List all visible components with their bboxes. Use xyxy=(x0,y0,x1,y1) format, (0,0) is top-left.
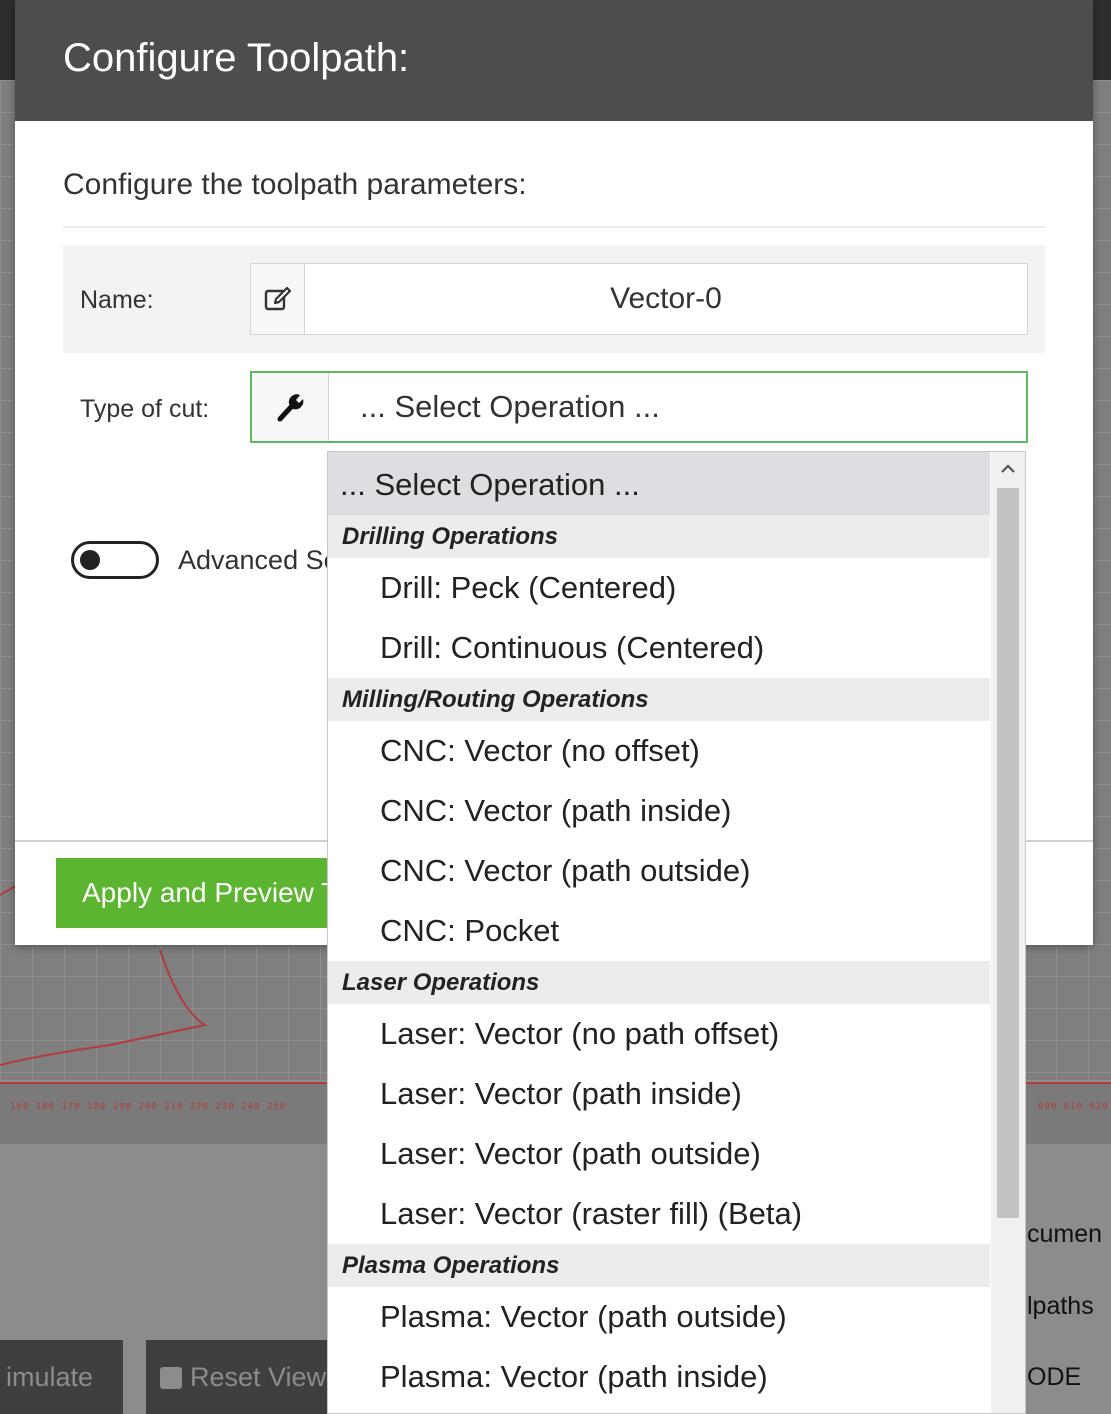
group-laser: Laser Operations xyxy=(328,961,990,1004)
option-plasma-outside[interactable]: Plasma: Vector (path outside) xyxy=(328,1287,990,1347)
name-input[interactable]: Vector-0 xyxy=(304,263,1028,335)
option-drill-continuous[interactable]: Drill: Continuous (Centered) xyxy=(328,618,990,678)
dropdown-scrollbar[interactable] xyxy=(991,452,1025,1413)
option-cnc-vector-outside[interactable]: CNC: Vector (path outside) xyxy=(328,841,990,901)
dropdown-options: ... Select Operation ... Drilling Operat… xyxy=(328,452,990,1407)
group-plasma: Plasma Operations xyxy=(328,1244,990,1287)
ruler-ticks-right: 600 610 620 xyxy=(1038,1102,1109,1112)
option-laser-raster-fill[interactable]: Laser: Vector (raster fill) (Beta) xyxy=(328,1184,990,1244)
edit-icon xyxy=(250,263,306,335)
divider xyxy=(63,226,1045,228)
modal-title: Configure Toolpath: xyxy=(63,36,410,80)
name-label: Name: xyxy=(80,286,154,314)
option-laser-inside[interactable]: Laser: Vector (path inside) xyxy=(328,1064,990,1124)
type-of-cut-select[interactable]: ... Select Operation ... xyxy=(250,371,1028,443)
operation-dropdown-list[interactable]: ... Select Operation ... Drilling Operat… xyxy=(327,451,1026,1414)
advanced-settings-toggle[interactable] xyxy=(71,541,159,579)
modal-subtitle: Configure the toolpath parameters: xyxy=(63,168,527,201)
option-cnc-pocket[interactable]: CNC: Pocket xyxy=(328,901,990,961)
option-select-operation[interactable]: ... Select Operation ... xyxy=(328,452,990,515)
toggle-knob xyxy=(80,550,100,570)
apply-and-preview-button[interactable]: Apply and Preview T xyxy=(56,858,356,928)
reset-view-button[interactable]: Reset View xyxy=(146,1340,327,1414)
documents-label[interactable]: cumen xyxy=(1027,1220,1102,1249)
option-cnc-vector-inside[interactable]: CNC: Vector (path inside) xyxy=(328,781,990,841)
toolpaths-label[interactable]: lpaths xyxy=(1027,1292,1094,1321)
modal-header: Configure Toolpath: xyxy=(15,0,1093,121)
wrench-icon xyxy=(252,373,329,441)
option-laser-no-offset[interactable]: Laser: Vector (no path offset) xyxy=(328,1004,990,1064)
simulate-button[interactable]: imulate xyxy=(0,1340,123,1414)
ruler-ticks-left: 160 180 170 180 190 200 210 220 230 240 … xyxy=(10,1102,286,1112)
advanced-settings-label: Advanced Se xyxy=(178,545,339,575)
gcode-label[interactable]: ODE xyxy=(1027,1363,1081,1392)
option-cnc-vector-no-offset[interactable]: CNC: Vector (no offset) xyxy=(328,721,990,781)
scroll-up-icon[interactable] xyxy=(991,452,1025,486)
group-milling: Milling/Routing Operations xyxy=(328,678,990,721)
type-of-cut-value: ... Select Operation ... xyxy=(360,389,660,424)
group-drilling: Drilling Operations xyxy=(328,515,990,558)
option-laser-outside[interactable]: Laser: Vector (path outside) xyxy=(328,1124,990,1184)
reset-view-label: Reset View xyxy=(190,1362,327,1392)
reset-view-icon xyxy=(160,1367,182,1389)
simulate-label: imulate xyxy=(6,1362,94,1392)
option-drill-peck[interactable]: Drill: Peck (Centered) xyxy=(328,558,990,618)
type-of-cut-label: Type of cut: xyxy=(80,395,210,423)
scrollbar-thumb[interactable] xyxy=(997,488,1019,1218)
option-plasma-inside[interactable]: Plasma: Vector (path inside) xyxy=(328,1347,990,1407)
